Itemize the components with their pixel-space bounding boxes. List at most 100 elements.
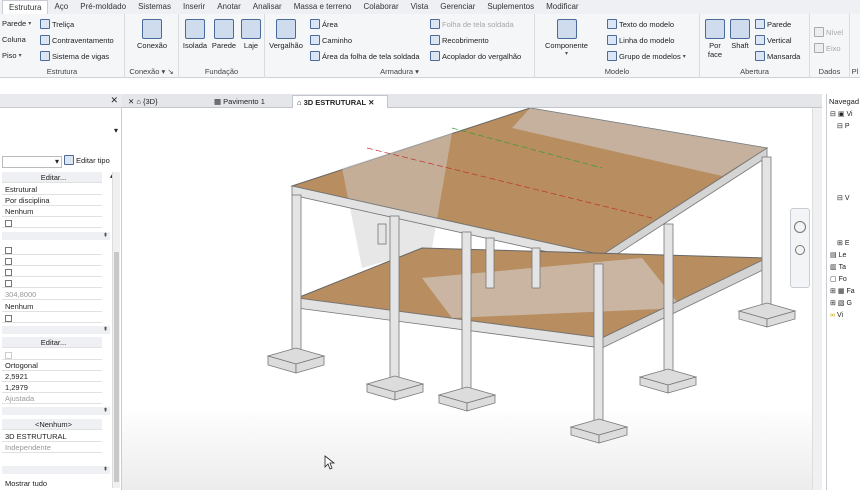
zoom-icon[interactable]	[795, 245, 805, 255]
componente-button[interactable]: Componente ▾	[539, 19, 594, 57]
prop-mostrar-disciplina[interactable]: Por disciplina	[2, 195, 102, 206]
editar-button-2[interactable]: Editar...	[2, 337, 102, 348]
view-tab-3d[interactable]: ✕ ⌂ {3D}	[124, 95, 210, 108]
texto-modelo-button[interactable]: Texto do modelo	[607, 19, 674, 29]
checkbox[interactable]	[5, 246, 12, 254]
linha-modelo-button[interactable]: Linha do modelo	[607, 35, 674, 45]
caminho-button[interactable]: Caminho	[310, 35, 352, 45]
editar-tipo-button[interactable]: Editar tipo	[64, 155, 110, 165]
prop-checkbox-b4[interactable]	[2, 277, 102, 288]
prop-independente[interactable]: Independente	[2, 442, 102, 453]
prop-value-304[interactable]: 304,8000	[2, 289, 102, 300]
ribbon-tab-analisar[interactable]: Analisar	[247, 0, 288, 14]
tree-item-e[interactable]: ⊞ E	[837, 239, 850, 249]
folha-tela-button[interactable]: Folha de tela soldada	[430, 19, 514, 29]
prop-checkbox-b2[interactable]	[2, 255, 102, 266]
prop-disciplina[interactable]: Estrutural	[2, 184, 102, 195]
ribbon-tab-suplementos[interactable]: Suplementos	[481, 0, 540, 14]
steering-wheel-icon[interactable]	[794, 221, 806, 233]
prop-nenhum-b[interactable]: Nenhum	[2, 301, 102, 312]
prop-value-1297[interactable]: 1,2979	[2, 382, 102, 393]
tree-item-p[interactable]: ⊟ P	[837, 122, 850, 132]
section-collapse[interactable]: ⇞	[2, 232, 110, 240]
editar-button-1[interactable]: Editar...	[2, 172, 102, 183]
viewport-scrollbar[interactable]	[812, 108, 822, 490]
piso-button[interactable]: Piso ▾	[2, 51, 22, 60]
prop-checkbox-b3[interactable]	[2, 266, 102, 277]
trelica-button[interactable]: Treliça	[40, 19, 74, 29]
filter-dropdown[interactable]: ▾	[2, 156, 62, 168]
tree-item-legendas[interactable]: ▤ Le	[830, 251, 846, 261]
recobrimento-button[interactable]: Recobrimento	[430, 35, 489, 45]
ribbon-tab-vista[interactable]: Vista	[405, 0, 435, 14]
section-collapse[interactable]: ⇞	[2, 407, 110, 415]
type-selector-dropdown[interactable]: ▾	[2, 126, 120, 140]
section-collapse[interactable]: ⇞	[2, 326, 110, 334]
prop-mostrar-tudo[interactable]: Mostrar tudo	[2, 478, 102, 489]
checkbox[interactable]	[5, 257, 12, 265]
section-collapse[interactable]: ⇞	[2, 466, 110, 474]
ribbon-tab-pr-moldado[interactable]: Pré-moldado	[74, 0, 132, 14]
view-tab-3d-estrutural[interactable]: ⌂ 3D ESTRUTURAL ✕	[292, 95, 388, 108]
conexao-button[interactable]: Conexão	[133, 19, 171, 50]
prop-checkbox-b1[interactable]	[2, 244, 102, 255]
tree-item-familias[interactable]: ⊞ ▦ Fa	[830, 287, 855, 297]
area-folha-button[interactable]: Área da folha de tela soldada	[310, 51, 420, 61]
ribbon-tab-inserir[interactable]: Inserir	[177, 0, 211, 14]
prop-nenhum-a[interactable]: Nenhum	[2, 206, 102, 217]
sistema-vigas-button[interactable]: Sistema de vigas	[40, 51, 109, 61]
fundacao-parede-button[interactable]: Parede	[209, 19, 239, 50]
mansarda-button[interactable]: Mansarda	[755, 51, 800, 61]
prop-checkbox-d[interactable]	[2, 349, 102, 360]
contraventamento-button[interactable]: Contraventamento	[40, 35, 114, 45]
nivel-button[interactable]: Nível	[814, 27, 843, 37]
prop-checkbox-c[interactable]	[2, 312, 102, 323]
checkbox[interactable]	[5, 351, 12, 359]
area-button[interactable]: Área	[310, 19, 338, 29]
tree-item-vistas[interactable]: ⊟ ▣ Vi	[830, 110, 853, 120]
close-icon[interactable]: ✕	[366, 98, 374, 107]
ribbon-tab-colaborar[interactable]: Colaborar	[358, 0, 405, 14]
tree-item-v[interactable]: ⊟ V	[837, 194, 850, 204]
prop-view-name[interactable]: 3D ESTRUTURAL	[2, 431, 102, 442]
grupo-modelos-button[interactable]: Grupo de modelos ▾	[607, 51, 686, 61]
vergalhao-button[interactable]: Vergalhão	[267, 19, 305, 50]
tree-item-folhas[interactable]: ▢ Fo	[830, 275, 847, 285]
panel-label-modelo: Modelo	[604, 67, 630, 76]
prop-value-2592[interactable]: 2,5921	[2, 371, 102, 382]
ribbon-tab-anotar[interactable]: Anotar	[211, 0, 247, 14]
eixo-button[interactable]: Eixo	[814, 43, 841, 53]
por-face-button[interactable]: Por face	[702, 19, 728, 59]
prop-nenhum-header[interactable]: <Nenhum>	[2, 419, 102, 430]
ribbon-tab-sistemas[interactable]: Sistemas	[132, 0, 177, 14]
checkbox[interactable]	[5, 268, 12, 276]
ribbon-tab-a-o[interactable]: Aço	[48, 0, 74, 14]
close-icon[interactable]: ✕	[110, 95, 118, 106]
ribbon-tab-estrutura[interactable]: Estrutura	[2, 0, 49, 14]
tree-item-grupos[interactable]: ⊞ ▧ G	[830, 299, 852, 309]
prop-ajustada[interactable]: Ajustada	[2, 393, 102, 404]
checkbox[interactable]	[5, 219, 12, 227]
tree-item-tabelas[interactable]: ▥ Ta	[830, 263, 846, 273]
scrollbar-thumb[interactable]	[114, 252, 119, 482]
parede-button[interactable]: Parede ▾	[2, 19, 31, 28]
prop-ortogonal[interactable]: Ortogonal	[2, 360, 102, 371]
coluna-button[interactable]: Coluna	[2, 35, 26, 44]
checkbox[interactable]	[5, 279, 12, 287]
tree-item-vinculos[interactable]: ∞ Vi	[830, 311, 843, 321]
view-tab-pavimento[interactable]: ▦ Pavimento 1	[210, 95, 294, 108]
isolada-button[interactable]: Isolada	[181, 19, 209, 50]
shaft-button[interactable]: Shaft	[728, 19, 752, 50]
ribbon-tab-massa-e-terreno[interactable]: Massa e terreno	[288, 0, 358, 14]
checkbox[interactable]	[5, 314, 12, 322]
laje-button[interactable]: Laje	[239, 19, 263, 50]
prop-checkbox-a[interactable]	[2, 217, 102, 228]
navigation-bar[interactable]	[790, 208, 810, 288]
3d-viewport[interactable]	[122, 107, 822, 490]
acoplador-button[interactable]: Acoplador do vergalhão	[430, 51, 521, 61]
ribbon-tab-gerenciar[interactable]: Gerenciar	[434, 0, 481, 14]
vertical-button[interactable]: Vertical	[755, 35, 792, 45]
properties-scrollbar[interactable]	[112, 172, 120, 488]
ribbon-tab-modificar[interactable]: Modificar	[540, 0, 584, 14]
abertura-parede-button[interactable]: Parede	[755, 19, 791, 29]
